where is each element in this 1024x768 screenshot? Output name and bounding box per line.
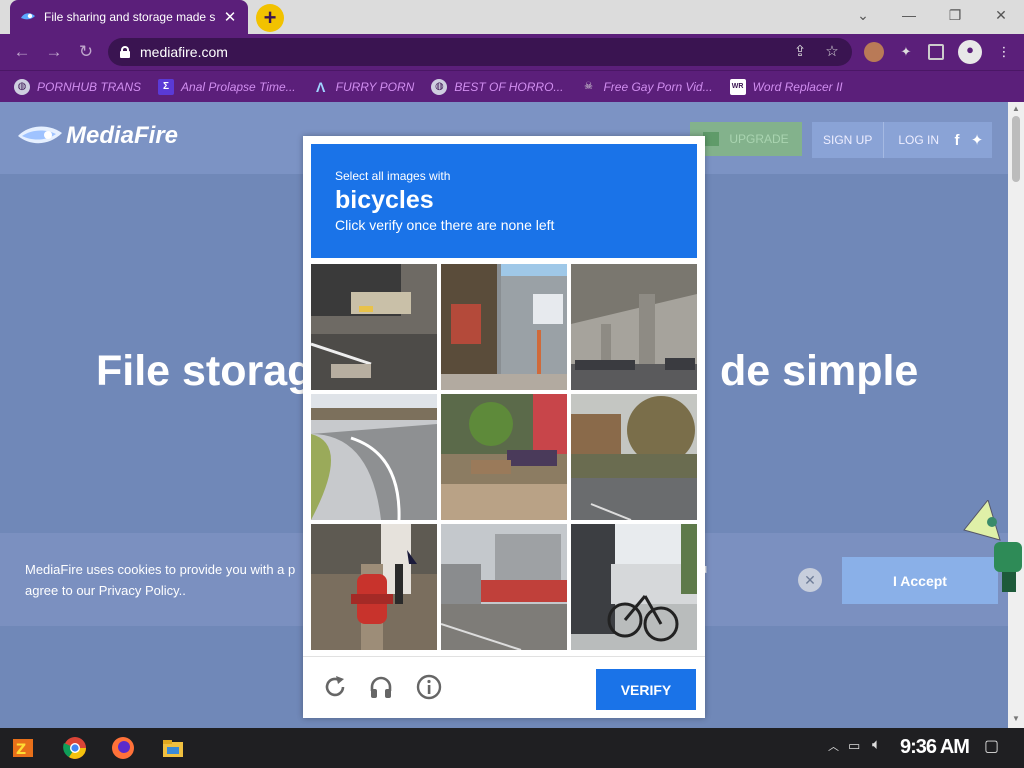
- share-icon[interactable]: ⇪: [790, 42, 810, 62]
- volume-icon[interactable]: 🔈︎: [872, 736, 881, 753]
- forward-button[interactable]: →: [42, 40, 66, 64]
- menu-kebab-icon[interactable]: ⋮: [994, 42, 1014, 62]
- twitter-icon[interactable]: ✦: [967, 131, 987, 149]
- captcha-header: Select all images with bicycles Click ve…: [311, 144, 697, 258]
- upgrade-button[interactable]: UPGRADE: [690, 122, 802, 156]
- file-explorer-icon[interactable]: [160, 735, 186, 761]
- start-button-icon[interactable]: Z: [10, 735, 36, 761]
- captcha-tile[interactable]: [441, 524, 567, 650]
- tile-image-buildings-street: [441, 524, 567, 650]
- restore-button[interactable]: ❐: [932, 0, 978, 30]
- lock-icon[interactable]: [120, 46, 130, 58]
- audio-challenge-icon[interactable]: [367, 673, 395, 701]
- facebook-icon[interactable]: f: [947, 132, 967, 149]
- scroll-up-icon[interactable]: ▲: [1008, 104, 1024, 113]
- mediafire-logo-icon: [18, 126, 62, 144]
- new-tab-button[interactable]: +: [256, 4, 284, 32]
- cookie-message: MediaFire uses cookies to provide you wi…: [25, 562, 296, 598]
- mediafire-favicon-icon: [21, 13, 35, 20]
- bookmark-item[interactable]: ☠ Free Gay Porn Vid...: [580, 79, 713, 95]
- tile-image-storefront: [441, 264, 567, 390]
- tile-image-road-curve: [311, 394, 437, 520]
- captcha-tile[interactable]: [311, 394, 437, 520]
- captcha-tile[interactable]: [441, 264, 567, 390]
- captcha-tile[interactable]: [441, 394, 567, 520]
- scrollbar-thumb[interactable]: [1012, 116, 1020, 182]
- captcha-tile[interactable]: [311, 524, 437, 650]
- browser-tab[interactable]: File sharing and storage made s ✕: [10, 0, 248, 34]
- captcha-instruction: Click verify once there are none left: [335, 217, 555, 233]
- bookmark-item[interactable]: Λ FURRY PORN: [313, 78, 414, 95]
- login-link[interactable]: LOG IN: [884, 133, 947, 147]
- tab-title: File sharing and storage made s: [44, 10, 216, 24]
- svg-text:Z: Z: [16, 742, 26, 758]
- notifications-icon[interactable]: ▢: [984, 736, 999, 756]
- back-button[interactable]: ←: [10, 40, 34, 64]
- bookmark-icon: ☠: [583, 80, 593, 92]
- extensions-puzzle-icon[interactable]: ✦: [896, 42, 916, 62]
- minimize-button[interactable]: —: [886, 0, 932, 30]
- captcha-footer: VERIFY: [303, 656, 705, 718]
- address-bar[interactable]: mediafire.com ⇪ ☆: [108, 38, 852, 66]
- captcha-tile[interactable]: [311, 264, 437, 390]
- globe-icon: ◍: [431, 78, 448, 95]
- reload-challenge-icon[interactable]: [321, 673, 349, 701]
- bookmark-star-icon[interactable]: ☆: [822, 42, 842, 62]
- tile-image-overpass: [571, 264, 697, 390]
- info-icon[interactable]: [415, 673, 443, 701]
- bookmark-item[interactable]: ◍ PORNHUB TRANS: [14, 78, 141, 95]
- captcha-tile[interactable]: [571, 394, 697, 520]
- bookmark-item[interactable]: Σ Anal Prolapse Time...: [158, 78, 296, 95]
- close-window-button[interactable]: ✕: [978, 0, 1024, 30]
- side-panel-icon[interactable]: [928, 44, 944, 60]
- bookmarks-bar: ◍ PORNHUB TRANS Σ Anal Prolapse Time... ΛF…: [0, 70, 1024, 102]
- cookie-close-icon[interactable]: ✕: [798, 568, 822, 592]
- windows-taskbar: [0, 728, 1024, 768]
- site-logo[interactable]: MediaFire: [18, 122, 178, 150]
- captcha-prompt: Select all images with: [335, 169, 451, 183]
- bookmark-item[interactable]: ◍ BEST OF HORRO...: [431, 78, 563, 95]
- tab-search-icon[interactable]: ⌄: [840, 0, 886, 30]
- url-text: mediafire.com: [140, 44, 228, 60]
- tile-image-fire-hydrant: [311, 524, 437, 650]
- hero-text-left: File storag: [96, 347, 314, 395]
- captcha-image-grid: [311, 264, 697, 650]
- taskbar-clock[interactable]: 9:36 AM: [900, 736, 970, 759]
- tile-image-trees-street: [571, 394, 697, 520]
- mascot-character-image: [963, 500, 1022, 592]
- network-icon[interactable]: ▭: [848, 738, 860, 754]
- captcha-dialog: Select all images with bicycles Click ve…: [303, 136, 705, 718]
- tile-image-plaza-motorcycles: [441, 394, 567, 520]
- chrome-icon[interactable]: [62, 735, 88, 761]
- bookmark-icon: Σ: [158, 78, 175, 95]
- tab-strip: File sharing and storage made s ✕ + ⌄ — …: [0, 0, 1024, 34]
- hero-text-right: de simple: [720, 347, 919, 395]
- profile-extension-icon[interactable]: [864, 42, 884, 62]
- extension-icon: WR: [729, 78, 746, 95]
- captcha-tile[interactable]: [571, 264, 697, 390]
- captcha-tile[interactable]: [571, 524, 697, 650]
- account-avatar-icon[interactable]: ●: [958, 40, 982, 64]
- captcha-target-word: bicycles: [335, 186, 434, 214]
- account-links: SIGN UP LOG IN f ✦: [812, 122, 992, 158]
- download-icon: [703, 132, 720, 146]
- page-scrollbar[interactable]: ▲ ▼: [1008, 102, 1024, 728]
- globe-icon: ◍: [14, 78, 30, 95]
- firefox-icon[interactable]: [110, 735, 136, 761]
- tile-image-street-truck: [311, 264, 437, 390]
- reload-button[interactable]: ↻: [74, 40, 98, 64]
- verify-button[interactable]: VERIFY: [596, 669, 696, 710]
- tab-close-icon[interactable]: ✕: [222, 8, 238, 26]
- logo-text: MediaFire: [66, 122, 179, 149]
- lambda-icon: Λ: [315, 78, 326, 95]
- tile-image-parked-bicycle: [571, 524, 697, 650]
- bookmark-item[interactable]: WR Word Replacer II: [729, 78, 843, 95]
- show-hidden-icons-icon[interactable]: ︿: [828, 738, 839, 754]
- scroll-down-icon[interactable]: ▼: [1008, 714, 1024, 723]
- signup-link[interactable]: SIGN UP: [812, 122, 885, 158]
